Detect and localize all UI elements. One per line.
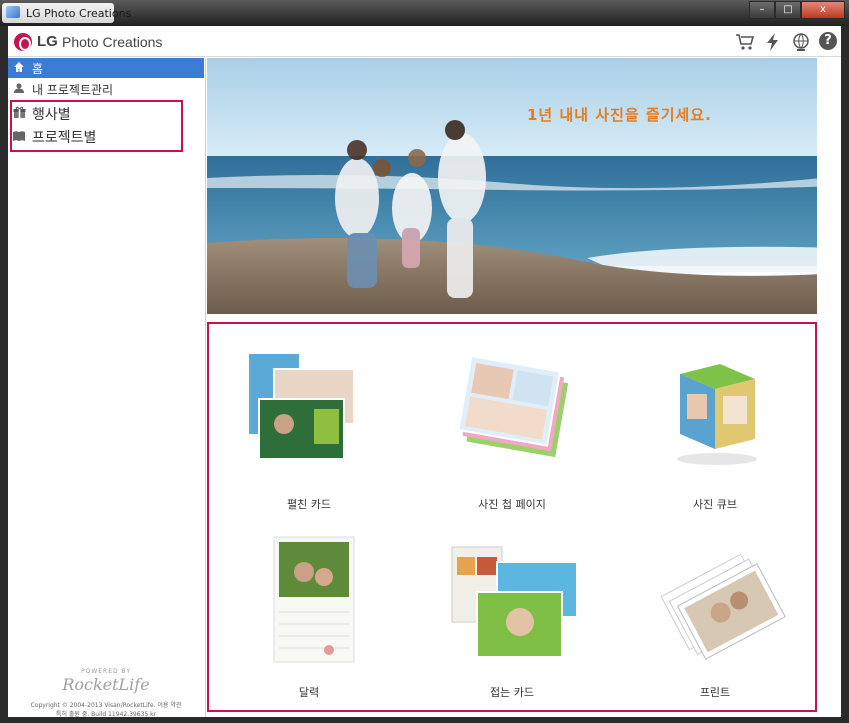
window-controls: – □ x bbox=[749, 1, 845, 19]
lg-logo-icon bbox=[14, 33, 32, 51]
app-window: LG Photo Creations – □ x LG Photo Creati… bbox=[0, 0, 849, 723]
sidebar-highlight-box bbox=[10, 100, 183, 152]
rocketlife-logo: RocketLife bbox=[62, 675, 150, 694]
banner-headline: 1년 내내 사진을 즐기세요. bbox=[527, 106, 712, 124]
product-label: 펼친 카드 bbox=[287, 498, 331, 511]
print-thumbnail bbox=[660, 553, 786, 660]
product-calendar[interactable]: 달력 bbox=[209, 524, 409, 709]
product-photo-cube[interactable]: 사진 큐브 bbox=[615, 336, 815, 521]
maximize-button[interactable]: □ bbox=[775, 1, 801, 19]
close-button[interactable]: x bbox=[801, 1, 845, 19]
sidebar-item-my-projects[interactable]: 내 프로젝트관리 bbox=[8, 79, 204, 99]
photo-album-page-thumbnail bbox=[457, 354, 569, 458]
app-name: Photo Creations bbox=[62, 34, 163, 50]
copyright-text[interactable]: Copyright © 2004-2013 Visan/RocketLife. … bbox=[8, 700, 204, 709]
app-header: LG Photo Creations ? bbox=[8, 26, 841, 57]
flat-card-thumbnail bbox=[249, 354, 355, 460]
powered-by-block: POWERED BY RocketLife Copyright © 2004-2… bbox=[8, 668, 204, 718]
product-label: 사진 첩 페이지 bbox=[478, 498, 546, 511]
help-icon[interactable]: ? bbox=[819, 32, 837, 50]
product-folded-card[interactable]: 접는 카드 bbox=[412, 524, 612, 709]
product-print[interactable]: 프린트 bbox=[615, 524, 815, 709]
beach-family-photo bbox=[207, 58, 841, 314]
product-grid: 펼친 카드 사진 첩 페이지 사진 큐브 달력 접는 카드 프린트 bbox=[207, 322, 817, 712]
title-bar: LG Photo Creations – □ x bbox=[0, 0, 849, 26]
lightning-icon[interactable] bbox=[763, 32, 783, 52]
calendar-thumbnail bbox=[273, 536, 355, 663]
product-label: 프린트 bbox=[699, 686, 731, 699]
powered-by-text: POWERED BY bbox=[80, 668, 131, 675]
sidebar-item-label: 내 프로젝트관리 bbox=[32, 82, 114, 97]
globe-icon[interactable] bbox=[791, 32, 811, 52]
toolbar: ? bbox=[735, 32, 837, 52]
sidebar: 홈 내 프로젝트관리 행사별 프로젝트별 POWERED BY RocketLi… bbox=[8, 58, 206, 718]
hero-banner: 1년 내내 사진을 즐기세요. bbox=[207, 58, 841, 314]
app-client: LG Photo Creations ? 홈 내 프로젝트관리 행사별 프로젝트… bbox=[8, 26, 841, 718]
photo-cube-thumbnail bbox=[677, 364, 757, 465]
product-label: 달력 bbox=[298, 686, 320, 699]
window-title: LG Photo Creations bbox=[26, 7, 132, 20]
folded-card-thumbnail bbox=[451, 546, 578, 658]
product-label: 접는 카드 bbox=[490, 686, 534, 699]
right-gutter bbox=[817, 58, 841, 717]
sidebar-item-home[interactable]: 홈 bbox=[8, 58, 204, 78]
product-flat-card[interactable]: 펼친 카드 bbox=[209, 336, 409, 521]
build-text: 특허 출원 중. Build 11942.39635 kr bbox=[55, 711, 157, 718]
user-icon bbox=[11, 82, 27, 97]
logo-mark: LG bbox=[37, 33, 58, 50]
cart-icon[interactable] bbox=[735, 32, 755, 52]
product-photo-album-page[interactable]: 사진 첩 페이지 bbox=[412, 336, 612, 521]
sidebar-item-label: 홈 bbox=[32, 61, 44, 76]
app-icon bbox=[6, 6, 20, 18]
minimize-button[interactable]: – bbox=[749, 1, 775, 19]
product-label: 사진 큐브 bbox=[693, 498, 737, 511]
home-icon bbox=[11, 61, 27, 76]
